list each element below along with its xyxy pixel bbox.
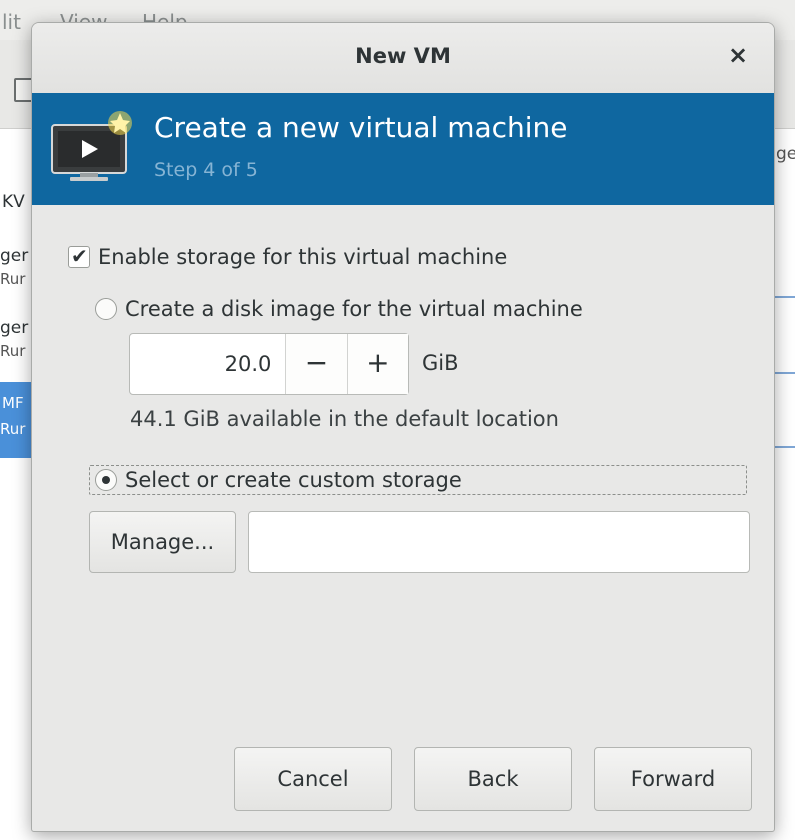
virtual-machine-new-icon [51,111,132,181]
forward-button[interactable]: Forward [594,747,752,811]
close-icon[interactable]: × [724,41,752,69]
radio-selected-dot [102,476,110,484]
menu-edit[interactable]: lit [2,10,21,34]
banner-title: Create a new virtual machine [154,111,568,144]
manage-button[interactable]: Manage... [89,511,236,573]
storage-path-input[interactable] [248,511,750,573]
dialog-title: New VM [355,44,451,68]
new-vm-dialog: New VM × Create a new virtual machine St… [31,22,775,832]
disk-size-spinbutton[interactable]: 20.0 − + [129,333,409,395]
wizard-banner: Create a new virtual machine Step 4 of 5 [32,93,774,205]
dialog-titlebar: New VM × [32,23,774,94]
back-button[interactable]: Back [414,747,572,811]
enable-storage-label: Enable storage for this virtual machine [98,245,508,269]
bg-list-item-name: ger [0,246,29,266]
enable-storage-checkbox[interactable]: ✔ [68,244,90,268]
bg-list-item-status: Rur [0,342,26,360]
bg-column-header: ge [776,144,795,164]
create-disk-option[interactable]: Create a disk image for the virtual mach… [95,294,583,324]
bg-list-item-status: Rur [0,270,26,288]
wizard-step-label: Step 4 of 5 [154,159,258,181]
disk-size-unit: GiB [422,351,459,375]
custom-storage-option[interactable]: Select or create custom storage [95,465,462,495]
checkmark-icon: ✔ [71,244,88,268]
enable-storage-row[interactable]: ✔ Enable storage for this virtual machin… [68,243,507,271]
custom-storage-radio[interactable] [95,469,117,491]
create-disk-label: Create a disk image for the virtual mach… [125,297,583,321]
custom-storage-label: Select or create custom storage [125,468,462,492]
bg-list-item-status: Rur [0,420,26,438]
create-disk-radio[interactable] [95,298,117,320]
bg-list-item-name: ger [0,318,29,338]
bg-list-item-name: MF [2,394,24,412]
bg-list-item-name: KV [2,192,25,212]
available-space-label: 44.1 GiB available in the default locati… [130,407,559,431]
increment-button[interactable]: + [346,334,408,394]
cancel-button[interactable]: Cancel [234,747,392,811]
disk-size-value[interactable]: 20.0 [130,334,285,394]
decrement-button[interactable]: − [285,334,347,394]
